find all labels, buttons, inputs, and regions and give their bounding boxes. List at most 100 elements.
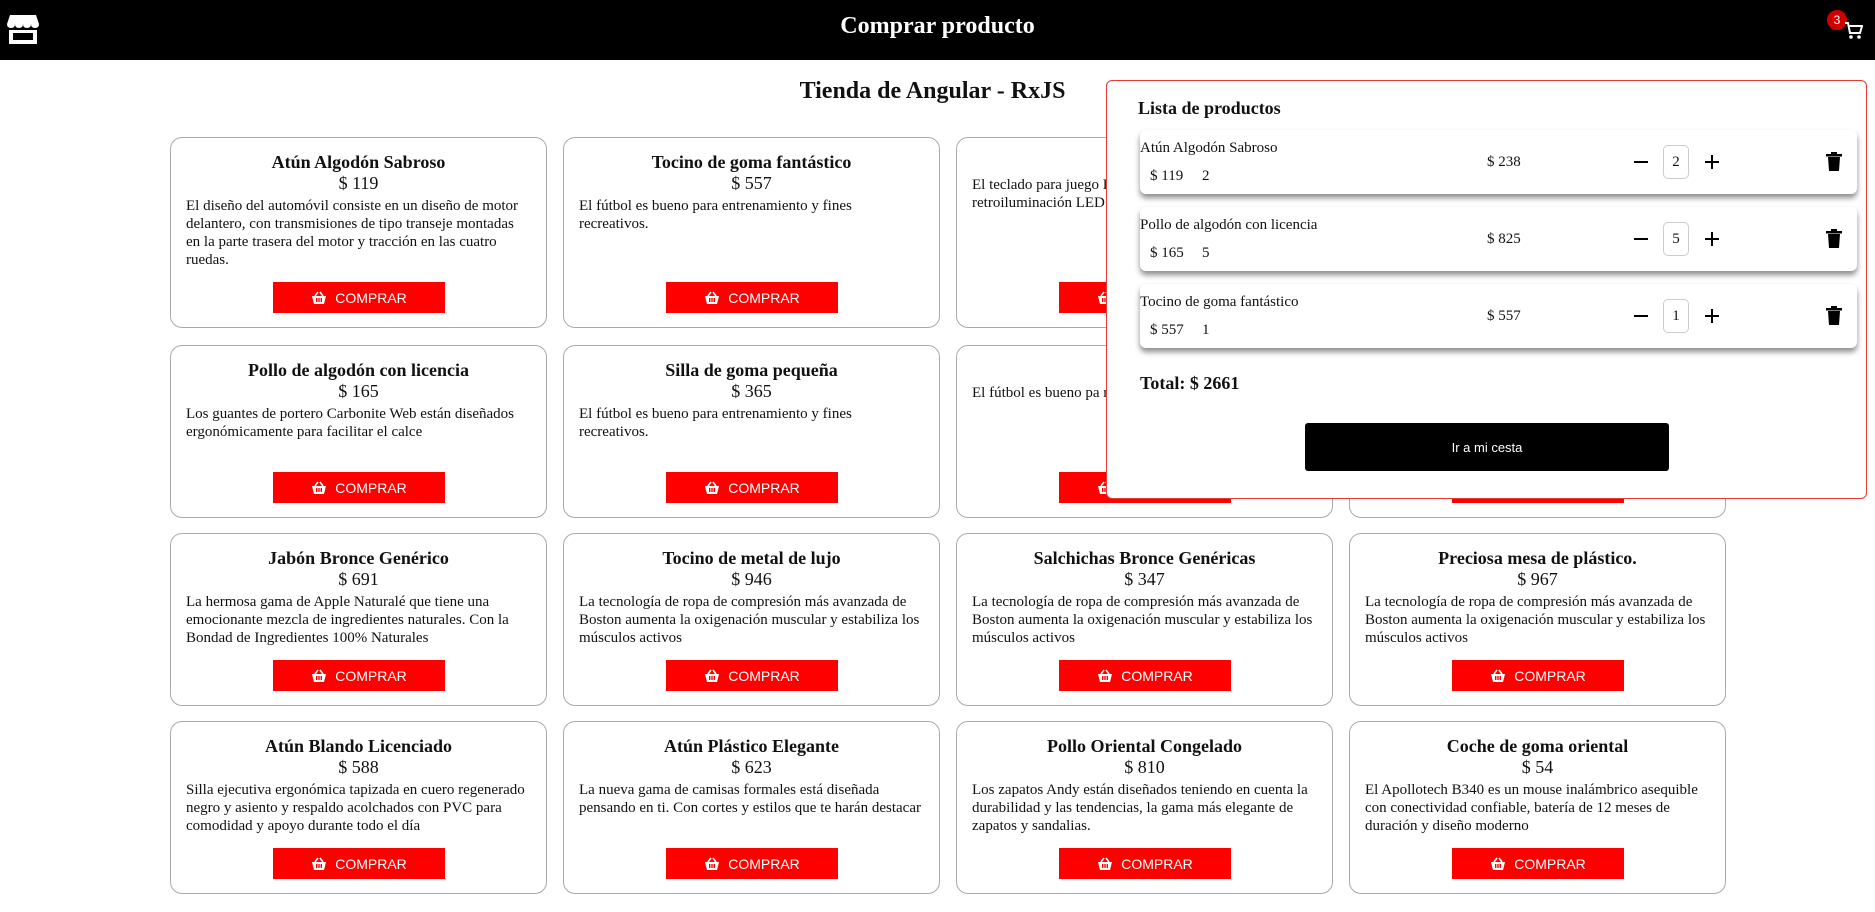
basket-icon xyxy=(1491,857,1506,870)
product-name: Pollo de algodón con licencia xyxy=(247,360,469,380)
cart-item-quantity-text: 1 xyxy=(1202,322,1210,338)
product-name: Silla de goma pequeña xyxy=(665,360,838,380)
buy-button-label: COMPRAR xyxy=(335,479,407,496)
cart-item: Atún Algodón Sabroso $ 119 2 $ 238 2 xyxy=(1140,130,1857,194)
product-name: Pollo Oriental Congelado xyxy=(1047,736,1242,756)
product-price: $ 347 xyxy=(1124,569,1165,589)
product-price: $ 119 xyxy=(338,173,379,193)
page-title: Comprar producto xyxy=(840,13,1035,39)
buy-button-label: COMPRAR xyxy=(1121,855,1193,872)
product-name: Preciosa mesa de plástico. xyxy=(1438,548,1637,568)
plus-icon[interactable] xyxy=(1701,228,1723,250)
go-to-basket-button[interactable]: Ir a mi cesta xyxy=(1305,423,1669,471)
cart-item-quantity-text: 5 xyxy=(1202,245,1210,261)
cart-item-subtotal: $ 238 xyxy=(1487,154,1521,170)
cart-total: Total: $ 2661 xyxy=(1140,373,1240,393)
product-description: El diseño del automóvil consiste en un d… xyxy=(186,198,519,268)
product-price: $ 557 xyxy=(731,173,772,193)
minus-icon[interactable] xyxy=(1630,151,1652,173)
cart-heading: Lista de productos xyxy=(1138,98,1281,118)
buy-button[interactable]: COMPRAR xyxy=(666,282,838,313)
cart-button[interactable]: 3 xyxy=(1827,10,1865,42)
product-price: $ 588 xyxy=(338,757,379,777)
cart-item-name: Atún Algodón Sabroso xyxy=(1140,140,1278,156)
cart-item: Pollo de algodón con licencia $ 165 5 $ 825… xyxy=(1140,207,1857,271)
product-description: Los zapatos Andy están diseñados teniend… xyxy=(972,782,1308,834)
buy-button-label: COMPRAR xyxy=(1514,855,1586,872)
buy-button[interactable]: COMPRAR xyxy=(1452,848,1624,879)
trash-icon[interactable] xyxy=(1826,306,1842,326)
buy-button[interactable]: COMPRAR xyxy=(666,660,838,691)
quantity-field[interactable]: 2 xyxy=(1663,145,1689,179)
buy-button[interactable]: COMPRAR xyxy=(273,472,445,503)
product-name: Atún Blando Licenciado xyxy=(264,736,453,756)
quantity-field[interactable]: 1 xyxy=(1663,299,1689,333)
buy-button-label: COMPRAR xyxy=(1514,667,1586,684)
product-description: La nueva gama de camisas formales está d… xyxy=(579,782,921,816)
product-price: $ 54 xyxy=(1521,757,1554,777)
top-bar: Comprar producto 3 xyxy=(0,0,1875,60)
cart-panel: Lista de productos Atún Algodón Sabroso $… xyxy=(1106,80,1867,499)
product-price: $ 810 xyxy=(1124,757,1165,777)
product-name: Salchichas Bronce Genéricas xyxy=(1033,548,1256,568)
product-card: Tocino de metal de lujo $ 946 La tecnologí… xyxy=(563,533,940,706)
product-description: Silla ejecutiva ergonómica tapizada en c… xyxy=(186,782,525,834)
trash-icon[interactable] xyxy=(1826,152,1842,172)
product-card: Jabón Bronce Genérico $ 691 La hermosa gam… xyxy=(170,533,547,706)
buy-button-label: COMPRAR xyxy=(335,289,407,306)
product-price: $ 623 xyxy=(731,757,772,777)
buy-button[interactable]: COMPRAR xyxy=(273,660,445,691)
cart-item-quantity-text: 2 xyxy=(1202,168,1210,184)
cart-item-name: Tocino de goma fantástico xyxy=(1140,294,1299,310)
product-card: Pollo de algodón con licencia $ 165 Los gu… xyxy=(170,345,547,518)
product-name: Tocino de goma fantástico xyxy=(651,152,852,172)
product-name: Jabón Bronce Genérico xyxy=(268,548,449,568)
quantity-field[interactable]: 5 xyxy=(1663,222,1689,256)
basket-icon xyxy=(312,291,327,304)
product-card: Atún Plástico Elegante $ 623 La nueva gama… xyxy=(563,721,940,894)
product-card: Pollo Oriental Congelado $ 810 Los zapatos… xyxy=(956,721,1333,894)
cart-item-price: $ 165 xyxy=(1150,245,1184,261)
product-card: Salchichas Bronce Genéricas $ 347 La tecno… xyxy=(956,533,1333,706)
product-name: Atún Plástico Elegante xyxy=(664,736,839,756)
buy-button[interactable]: COMPRAR xyxy=(273,282,445,313)
product-price: $ 967 xyxy=(1517,569,1558,589)
product-description: El fútbol es bueno para entrenamiento y … xyxy=(579,198,852,232)
product-price: $ 165 xyxy=(338,381,379,401)
buy-button[interactable]: COMPRAR xyxy=(1059,848,1231,879)
product-name: Atún Algodón Sabroso xyxy=(271,152,446,172)
product-description: El fútbol es bueno para entrenamiento y … xyxy=(579,406,852,440)
product-card: Tocino de goma fantástico $ 557 El fútbol … xyxy=(563,137,940,328)
minus-icon[interactable] xyxy=(1630,228,1652,250)
product-description: La tecnología de ropa de compresión más … xyxy=(1365,594,1706,646)
product-description: La tecnología de ropa de compresión más … xyxy=(972,594,1313,646)
buy-button[interactable]: COMPRAR xyxy=(1059,660,1231,691)
basket-icon xyxy=(705,857,720,870)
trash-icon[interactable] xyxy=(1826,229,1842,249)
product-price: $ 691 xyxy=(338,569,379,589)
minus-icon[interactable] xyxy=(1630,305,1652,327)
basket-icon xyxy=(1491,669,1506,682)
buy-button-label: COMPRAR xyxy=(1121,667,1193,684)
product-description: La hermosa gama de Apple Naturalé que ti… xyxy=(186,594,509,646)
cart-count-badge: 3 xyxy=(1827,10,1847,30)
buy-button-label: COMPRAR xyxy=(728,855,800,872)
cart-icon xyxy=(1845,22,1863,39)
product-name: Coche de goma oriental xyxy=(1446,736,1629,756)
plus-icon[interactable] xyxy=(1701,151,1723,173)
basket-icon xyxy=(705,291,720,304)
plus-icon[interactable] xyxy=(1701,305,1723,327)
buy-button-label: COMPRAR xyxy=(728,289,800,306)
cart-item-price: $ 119 xyxy=(1150,168,1184,184)
product-description: Los guantes de portero Carbonite Web est… xyxy=(186,406,515,440)
buy-button[interactable]: COMPRAR xyxy=(666,472,838,503)
basket-icon xyxy=(312,857,327,870)
buy-button-label: COMPRAR xyxy=(728,667,800,684)
product-card: Atún Algodón Sabroso $ 119 El diseño del a… xyxy=(170,137,547,328)
buy-button[interactable]: COMPRAR xyxy=(666,848,838,879)
basket-icon xyxy=(1098,857,1113,870)
product-name: Tocino de metal de lujo xyxy=(662,548,841,568)
buy-button[interactable]: COMPRAR xyxy=(273,848,445,879)
cart-item-price: $ 557 xyxy=(1150,322,1184,338)
buy-button[interactable]: COMPRAR xyxy=(1452,660,1624,691)
